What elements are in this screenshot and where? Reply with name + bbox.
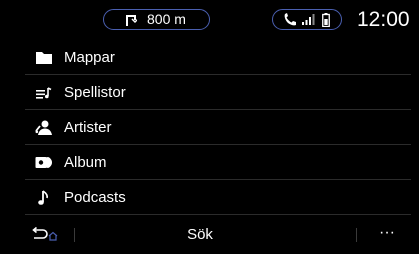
menu-item-label: Mappar xyxy=(64,49,115,66)
album-icon xyxy=(35,157,52,168)
artist-icon xyxy=(35,120,52,135)
menu-item-label: Album xyxy=(64,154,107,171)
menu-item-spellistor[interactable]: Spellistor xyxy=(0,75,419,110)
menu-item-label: Artister xyxy=(64,119,112,136)
music-note-icon xyxy=(38,190,49,205)
navigation-distance: 800 m xyxy=(147,11,186,27)
battery-icon xyxy=(322,13,330,27)
row-divider xyxy=(25,214,411,215)
navigation-guidance-pill[interactable]: 800 m xyxy=(103,9,210,30)
menu-item-label: Spellistor xyxy=(64,84,126,101)
turn-right-icon xyxy=(126,15,137,26)
clock: 12:00 xyxy=(357,8,410,31)
bar-separator xyxy=(356,228,357,242)
signal-icon xyxy=(302,14,315,25)
phone-status-pill[interactable] xyxy=(272,9,342,30)
media-browser-screen: 800 m 12:00 Mappar Spellistor Artister A… xyxy=(0,0,419,254)
back-home-icon[interactable] xyxy=(30,226,62,244)
folder-icon xyxy=(36,52,52,64)
bar-separator xyxy=(74,228,75,242)
bottom-bar: Sök ··· xyxy=(0,218,419,254)
playlist-icon xyxy=(36,87,52,99)
menu-item-podcasts[interactable]: Podcasts xyxy=(0,180,419,215)
phone-icon xyxy=(284,13,296,26)
more-options-button[interactable]: ··· xyxy=(374,225,400,244)
library-menu: Mappar Spellistor Artister Album Podcast… xyxy=(0,40,419,215)
menu-item-artister[interactable]: Artister xyxy=(0,110,419,145)
menu-item-label: Podcasts xyxy=(64,189,126,206)
menu-item-album[interactable]: Album xyxy=(0,145,419,180)
status-bar: 800 m 12:00 xyxy=(0,0,419,40)
menu-item-mappar[interactable]: Mappar xyxy=(0,40,419,75)
search-button[interactable]: Sök xyxy=(160,224,240,246)
